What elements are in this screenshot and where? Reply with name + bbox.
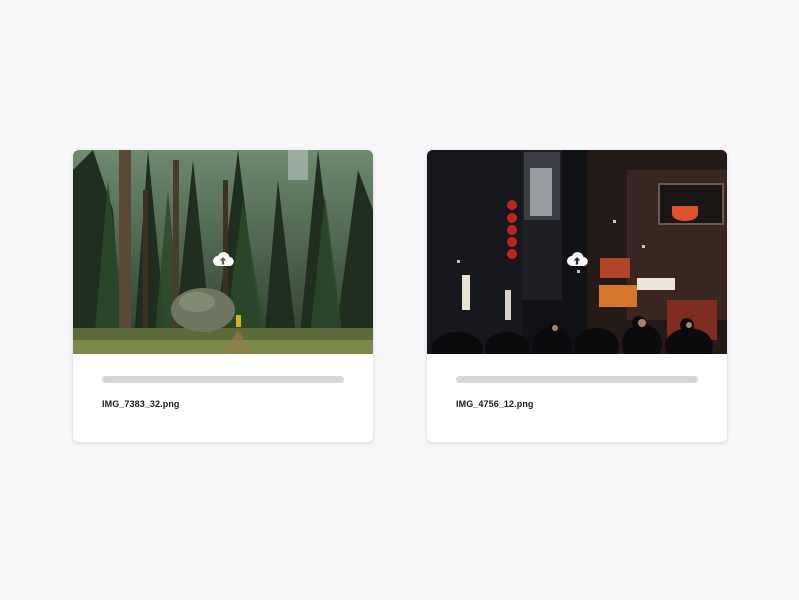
cloud-upload-icon	[213, 252, 234, 267]
upload-progress-bar	[102, 376, 344, 383]
file-card: IMG_4756_12.png	[427, 150, 727, 442]
image-thumbnail-forest	[73, 150, 373, 354]
upload-button[interactable]	[211, 249, 235, 269]
image-thumbnail-city-street	[427, 150, 727, 354]
file-name: IMG_4756_12.png	[456, 399, 534, 409]
upload-progress-bar	[456, 376, 698, 383]
upload-button[interactable]	[565, 249, 589, 269]
file-name: IMG_7383_32.png	[102, 399, 180, 409]
cloud-upload-icon	[567, 252, 588, 267]
file-card: IMG_7383_32.png	[73, 150, 373, 442]
